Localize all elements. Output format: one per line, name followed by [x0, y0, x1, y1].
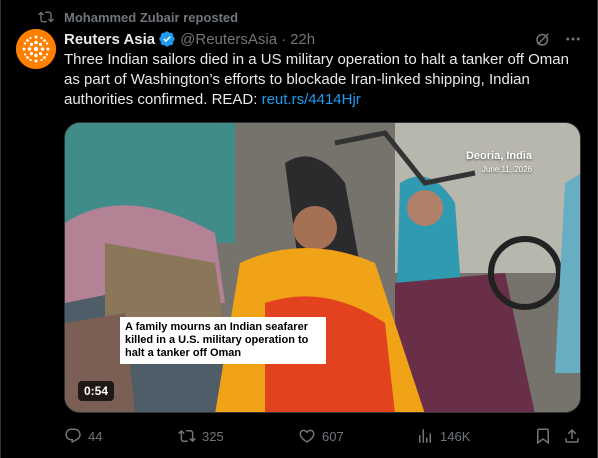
repost-icon: [38, 11, 54, 23]
repost-text: Mohammed Zubair reposted: [64, 9, 239, 25]
author-name[interactable]: Reuters Asia: [64, 31, 155, 48]
verified-badge-icon: [159, 31, 175, 47]
reuters-logo-icon: [16, 29, 56, 69]
like-button[interactable]: 607: [298, 426, 344, 446]
reply-count: 44: [88, 428, 103, 444]
author-handle[interactable]: @ReutersAsia: [180, 31, 277, 48]
bookmark-button[interactable]: [534, 426, 558, 446]
views-chart-icon: [419, 429, 431, 443]
video-player[interactable]: Deoria, India June 11, 2026 A family mou…: [64, 122, 581, 413]
action-bar: 44 325 607 146K: [64, 426, 584, 446]
more-options-icon[interactable]: [564, 30, 582, 48]
repost-action-icon: [178, 429, 196, 443]
like-count: 607: [322, 428, 344, 444]
post-text: Three Indian sailors died in a US milita…: [64, 50, 584, 110]
post-link[interactable]: reut.rs/4414Hjr: [262, 91, 361, 108]
video-duration: 0:54: [78, 381, 115, 401]
video-location: Deoria, India: [465, 150, 532, 162]
grok-icon[interactable]: [534, 30, 552, 48]
repost-button[interactable]: 325: [178, 426, 224, 446]
reply-button[interactable]: 44: [64, 426, 102, 446]
avatar[interactable]: [16, 29, 56, 69]
video-location-overlay: Deoria, India June 11, 2026: [466, 150, 532, 174]
share-button[interactable]: [563, 426, 587, 446]
views-button[interactable]: 146K: [416, 426, 470, 446]
repost-context[interactable]: Mohammed Zubair reposted: [38, 8, 238, 26]
post-timestamp[interactable]: 22h: [290, 31, 315, 48]
video-caption: A family mourns an Indian seafarer kille…: [120, 317, 326, 364]
views-count: 146K: [440, 428, 471, 444]
heart-icon: [299, 429, 315, 443]
share-icon: [565, 428, 579, 443]
video-date: June 11, 2026: [481, 165, 532, 174]
reply-icon: [65, 428, 81, 444]
separator-dot: ·: [281, 30, 287, 48]
post-header: Reuters Asia @ReutersAsia · 22h: [64, 28, 582, 50]
repost-count: 325: [202, 428, 224, 444]
bookmark-icon: [537, 428, 549, 445]
timeline-border-left: [0, 0, 1, 458]
